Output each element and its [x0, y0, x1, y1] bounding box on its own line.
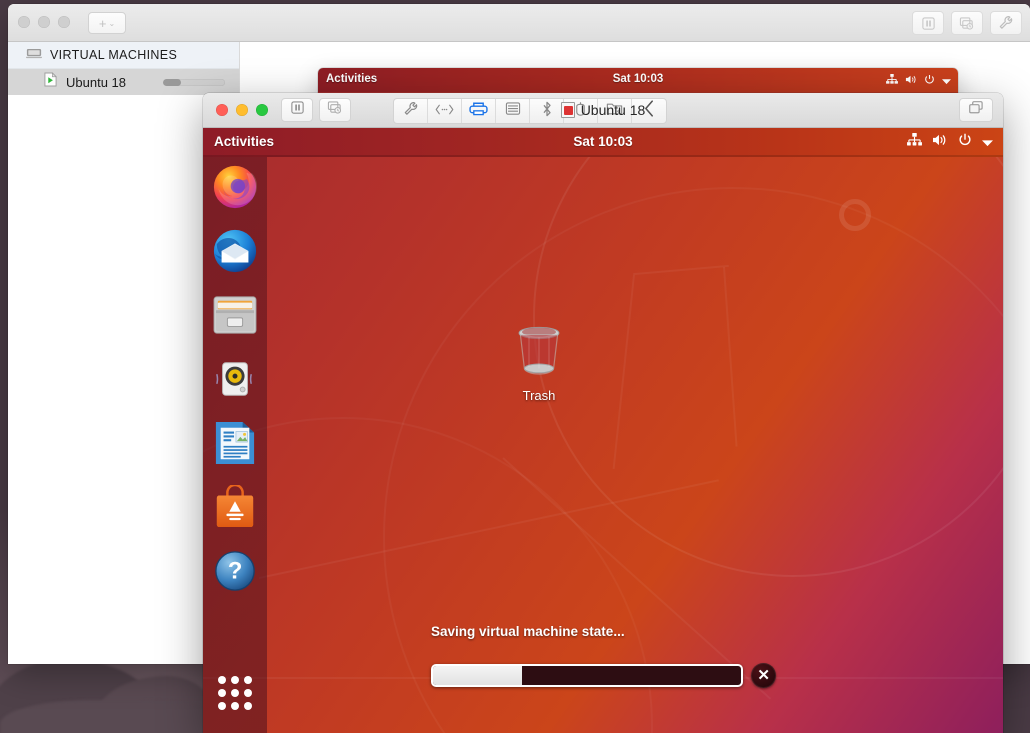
dock-item-files[interactable] [211, 291, 259, 339]
saving-state-progress: Saving virtual machine state... ✕ [431, 624, 776, 688]
cancel-button[interactable]: ✕ [751, 663, 776, 688]
play-icon [44, 72, 57, 92]
chevron-down-icon[interactable] [982, 134, 993, 152]
ubuntu-top-bar: Activities Sat 10:03 [203, 128, 1003, 157]
progress-bar [431, 664, 744, 687]
ubuntu-desktop: ? Trash Saving virtual machine state... … [203, 157, 1003, 733]
volume-icon [905, 72, 917, 90]
firefox-icon [213, 165, 258, 209]
settings-button[interactable] [990, 11, 1022, 35]
files-icon [213, 296, 257, 334]
vm-titlebar: Ubuntu 18 [203, 93, 1003, 128]
progress-message: Saving virtual machine state... [431, 624, 625, 639]
chevron-down-icon [942, 72, 951, 90]
ubuntu-system-tray[interactable] [907, 133, 993, 152]
sidebar-header-virtual-machines: VIRTUAL MACHINES [8, 42, 239, 69]
desktop-icon-label: Trash [522, 388, 556, 403]
libreoffice-impress-icon [215, 422, 255, 464]
minimize-button[interactable] [38, 16, 50, 28]
sidebar-header-label: VIRTUAL MACHINES [50, 48, 178, 62]
close-icon: ✕ [757, 667, 770, 684]
network-icon [886, 72, 898, 90]
power-icon[interactable] [958, 133, 972, 152]
snapshot-button[interactable] [951, 11, 983, 35]
activities-label[interactable]: Activities [326, 73, 377, 85]
chevron-down-icon: ⌄ [108, 18, 116, 28]
clock-datetime[interactable]: Sat 10:03 [573, 134, 632, 149]
sidebar-item-ubuntu-18[interactable]: Ubuntu 18 [8, 69, 239, 95]
progress-row: ✕ [431, 663, 776, 688]
control-center-toolbar [912, 11, 1022, 35]
close-button[interactable] [18, 16, 30, 28]
control-center-titlebar: + ⌄ [8, 4, 1030, 42]
dock-item-libreoffice-impress[interactable] [211, 419, 259, 467]
wallpaper-rock [0, 700, 230, 733]
activities-button[interactable]: Activities [214, 134, 274, 149]
dock-item-thunderbird[interactable] [211, 227, 259, 275]
system-tray[interactable] [886, 72, 951, 90]
background-ubuntu-topbar: Activities Sat 10:03 [318, 68, 958, 92]
volume-icon[interactable] [932, 133, 948, 152]
window-traffic-lights[interactable] [18, 16, 70, 28]
wrench-icon [998, 15, 1014, 31]
windows-icon [968, 100, 984, 120]
dock-item-help[interactable]: ? [211, 547, 259, 595]
dock-item-ubuntu-software[interactable] [211, 483, 259, 531]
ubuntu-vm-window: Ubuntu 18 Activities Sat 10:03 ? Trash S… [203, 93, 1003, 733]
power-icon [924, 72, 935, 90]
snapshot-icon [959, 16, 975, 31]
pause-icon [921, 16, 936, 31]
sidebar-item-progress [163, 78, 225, 86]
sidebar-item-label: Ubuntu 18 [66, 74, 126, 90]
network-icon[interactable] [907, 133, 922, 152]
pause-button[interactable] [912, 11, 944, 35]
vm-window-title: Ubuntu 18 [203, 102, 1003, 118]
help-icon: ? [215, 551, 255, 591]
ubuntu-dock: ? [203, 157, 267, 733]
svg-text:?: ? [228, 558, 243, 585]
screen: + ⌄ VIRTUAL MACHINES Ubuntu 18 Activitie… [0, 0, 1030, 733]
vm-document-icon [560, 102, 575, 118]
dock-item-firefox[interactable] [211, 163, 259, 211]
trash-icon [518, 326, 560, 375]
dock-item-rhythmbox[interactable] [211, 355, 259, 403]
clock-label[interactable]: Sat 10:03 [613, 73, 664, 85]
add-vm-button[interactable]: + ⌄ [88, 12, 126, 34]
desktop-icon-trash[interactable]: Trash [499, 325, 579, 403]
show-applications-button[interactable] [217, 675, 253, 711]
progress-bar-fill [433, 666, 523, 685]
vm-title-text: Ubuntu 18 [580, 102, 646, 118]
vm-view-mode-button[interactable] [959, 98, 993, 122]
zoom-button[interactable] [58, 16, 70, 28]
plus-icon: + [98, 15, 107, 31]
rhythmbox-icon [216, 362, 253, 396]
thunderbird-icon [213, 229, 257, 273]
computer-icon [26, 46, 42, 64]
ubuntu-software-icon [216, 485, 254, 528]
